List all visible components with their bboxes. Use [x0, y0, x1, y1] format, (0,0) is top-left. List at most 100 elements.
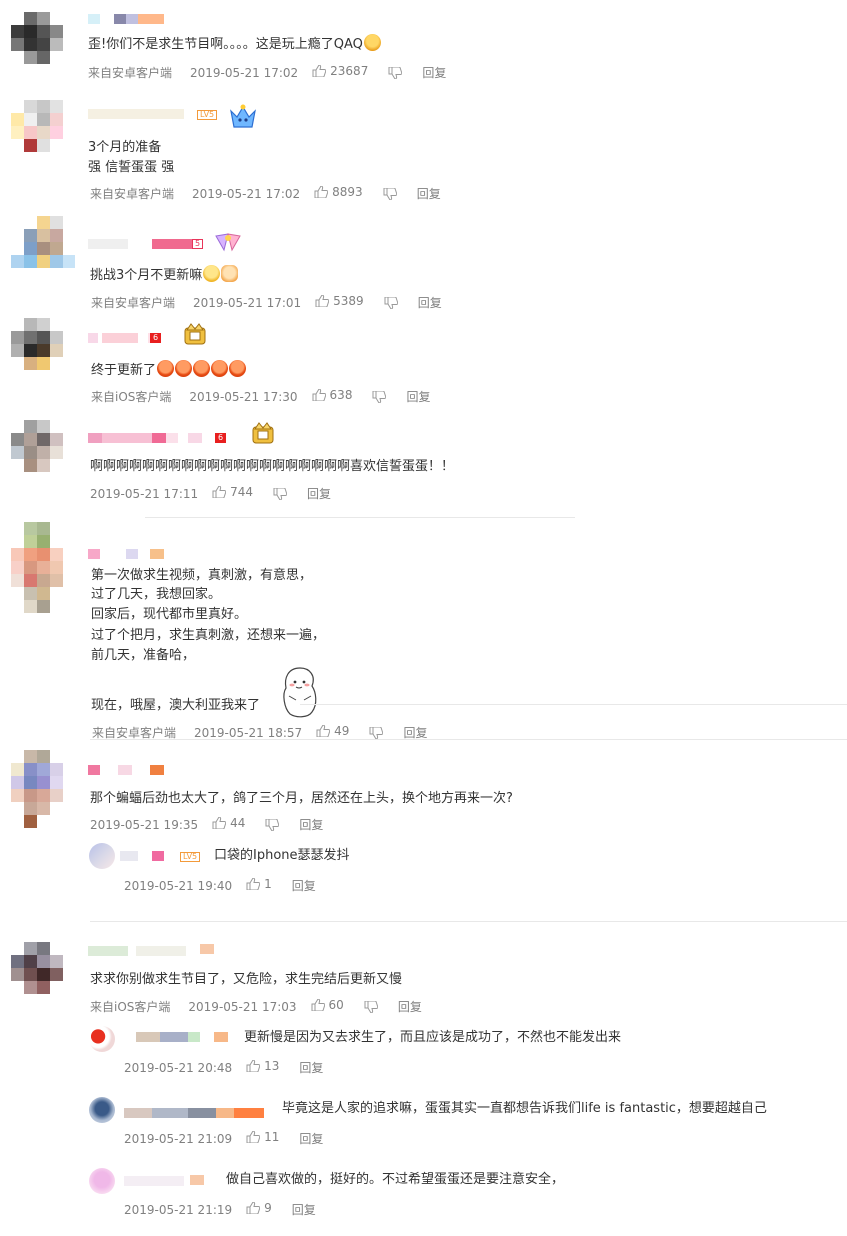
comment-meta: 来自安卓客户端 2019-05-21 17:02 8893 回复 [90, 185, 441, 202]
reply-button[interactable]: 回复 [417, 187, 441, 201]
vip-crown-icon [182, 322, 208, 348]
angry-face-icon [211, 360, 229, 377]
laugh-face-icon [363, 34, 381, 51]
thumbs-down-icon [383, 188, 397, 200]
timestamp: 2019-05-21 18:57 [194, 726, 303, 740]
thumbs-up-icon [312, 65, 327, 77]
reply-button[interactable]: 回复 [422, 66, 446, 80]
level-badge: LV5 [180, 852, 201, 862]
like-count: 44 [230, 816, 246, 830]
reply-text: 更新慢是因为又去求生了，而且应该是成功了，不然也不能发出来 [244, 1030, 622, 1045]
reply-avatar[interactable] [89, 1026, 115, 1052]
reply-avatar[interactable] [89, 1168, 115, 1194]
dislike-button[interactable] [372, 390, 387, 404]
like-button[interactable]: 60 [311, 998, 344, 1012]
dislike-button[interactable] [364, 1000, 378, 1014]
like-count: 1 [264, 877, 272, 891]
like-button[interactable]: 638 [312, 388, 352, 402]
like-button[interactable]: 44 [212, 816, 245, 830]
reply-button[interactable]: 回复 [299, 1132, 323, 1146]
angry-face-icon [229, 360, 247, 377]
like-button[interactable]: 13 [246, 1059, 279, 1073]
like-button[interactable]: 744 [212, 485, 253, 499]
reply-avatar[interactable] [89, 843, 115, 869]
thumbs-up-icon [312, 389, 326, 401]
dislike-button[interactable] [273, 487, 288, 501]
dislike-button[interactable] [388, 66, 403, 80]
like-count: 23687 [330, 64, 369, 78]
reply-text: 毕竟这是人家的追求嘛，蛋蛋其实一直都想告诉我们life is fantastic… [282, 1101, 767, 1116]
reply-button[interactable]: 回复 [406, 390, 430, 404]
reply-button[interactable]: 回复 [418, 296, 442, 310]
dislike-button[interactable] [383, 187, 397, 201]
username[interactable] [88, 548, 168, 560]
reply-button[interactable]: 回复 [403, 726, 427, 740]
username[interactable] [88, 944, 248, 958]
avatar[interactable] [11, 100, 63, 152]
avatar[interactable] [11, 12, 63, 64]
reply-username[interactable] [124, 1031, 234, 1043]
reply-text: 做自己喜欢做的，挺好的。不过希望蛋蛋还是要注意安全， [226, 1172, 565, 1187]
dislike-button[interactable] [369, 726, 384, 740]
timestamp: 2019-05-21 21:09 [124, 1132, 233, 1146]
username[interactable] [88, 238, 208, 250]
thumbs-up-icon [212, 817, 227, 829]
thumbs-down-icon [372, 391, 387, 403]
reply-username[interactable] [124, 1107, 274, 1119]
avatar[interactable] [11, 420, 63, 472]
dislike-button[interactable] [265, 818, 280, 832]
thumbs-up-icon [311, 999, 325, 1011]
like-button[interactable]: 1 [246, 877, 272, 891]
reply-button[interactable]: 回复 [398, 1000, 422, 1014]
like-button[interactable]: 9 [246, 1201, 272, 1215]
divider [300, 704, 847, 705]
thumbs-down-icon [265, 819, 280, 831]
reply-username[interactable] [120, 850, 176, 862]
reply-button[interactable]: 回复 [307, 487, 331, 501]
avatar[interactable] [11, 942, 63, 994]
client-source: 来自安卓客户端 [90, 187, 175, 201]
reply-button[interactable]: 回复 [292, 1203, 316, 1217]
thumbs-up-icon [212, 486, 227, 498]
reply-meta: 2019-05-21 21:19 9 回复 [124, 1201, 316, 1218]
level-badge: 6 [150, 333, 162, 343]
comment-line: 过了个把月，求生真刺激，还想来一遍， [91, 628, 326, 643]
username[interactable] [88, 13, 166, 25]
avatar[interactable] [11, 216, 75, 268]
like-count: 13 [264, 1059, 280, 1073]
reply-text: 口袋的Iphone瑟瑟发抖 [214, 848, 350, 863]
avatar[interactable] [11, 318, 63, 370]
thumbs-up-icon [246, 1131, 261, 1143]
reply-button[interactable]: 回复 [292, 879, 316, 893]
thumbs-down-icon [273, 488, 288, 500]
reply-meta: 2019-05-21 19:40 1 回复 [124, 877, 316, 894]
reply-button[interactable]: 回复 [299, 1061, 323, 1075]
client-source: 来自安卓客户端 [92, 726, 177, 740]
like-count: 60 [328, 998, 344, 1012]
like-button[interactable]: 5389 [315, 294, 364, 308]
username[interactable] [88, 764, 168, 776]
client-source: 来自iOS客户端 [90, 1000, 171, 1014]
level-badge: LV5 [197, 110, 218, 120]
comment-text: 终于更新了 [91, 360, 247, 381]
comment-meta: 来自安卓客户端 2019-05-21 17:01 5389 回复 [91, 294, 442, 311]
like-button[interactable]: 23687 [312, 64, 368, 78]
timestamp: 2019-05-21 17:11 [90, 487, 199, 501]
avatar[interactable] [11, 522, 71, 614]
comment-text: 挑战3个月不更新嘛 [90, 265, 239, 286]
thumbs-down-icon [369, 727, 384, 739]
comment-text: 啊啊啊啊啊啊啊啊啊啊啊啊啊啊啊啊啊啊啊啊喜欢信誓蛋蛋！！ [90, 459, 455, 474]
dislike-button[interactable] [384, 296, 398, 310]
reply-meta: 2019-05-21 20:48 13 回复 [124, 1059, 323, 1076]
reply-avatar[interactable] [89, 1097, 115, 1123]
comment-line: 回家后，现代都市里真好。 [91, 607, 248, 622]
like-button[interactable]: 11 [246, 1130, 279, 1144]
like-button[interactable]: 49 [316, 724, 349, 738]
username[interactable] [88, 332, 188, 344]
reply-username[interactable] [124, 1175, 214, 1187]
like-button[interactable]: 8893 [314, 185, 363, 199]
avatar[interactable] [11, 750, 71, 830]
reply-button[interactable]: 回复 [299, 818, 323, 832]
timestamp: 2019-05-21 17:01 [193, 296, 302, 310]
thumbs-up-icon [246, 1202, 261, 1214]
